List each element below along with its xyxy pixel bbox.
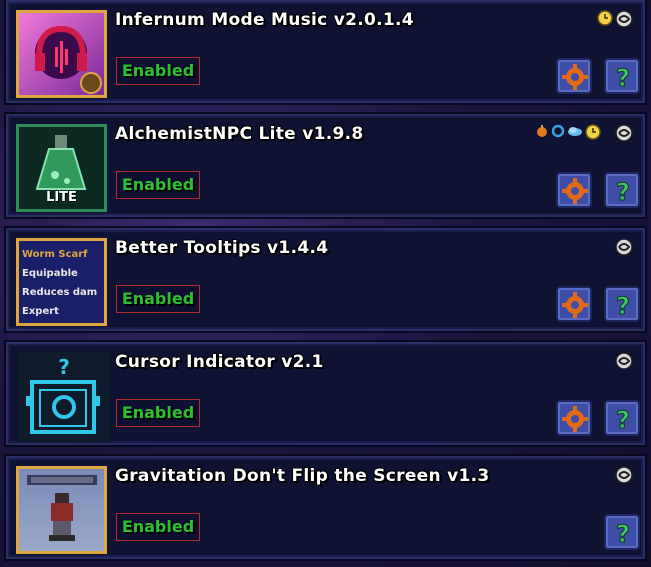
swirl-icon [615, 238, 633, 256]
headphones-icon [35, 25, 102, 94]
swirl-icon [615, 124, 633, 142]
mod-thumbnail: LITE [16, 124, 107, 212]
player-sprite-icon [27, 475, 97, 541]
thumb-label: LITE [46, 190, 77, 205]
mod-title: Gravitation Don't Flip the Screen v1.3 [115, 466, 490, 486]
config-button[interactable] [556, 58, 592, 94]
thumb-line: Equipable [22, 268, 78, 279]
thumb-line: Expert [22, 306, 59, 317]
config-button[interactable] [556, 172, 592, 208]
thumb-line: Reduces dam [22, 287, 98, 298]
question-mark-icon: ? [616, 64, 631, 92]
cursor-map-icon: ? [26, 355, 100, 434]
help-button[interactable]: ? [604, 172, 640, 208]
swirl-icon [615, 466, 633, 484]
gear-icon [562, 178, 588, 204]
svg-text:?: ? [58, 355, 70, 379]
mod-card-infernum: Infernum Mode Music v2.0.1.4 Enabled ? [6, 0, 645, 103]
question-mark-icon: ? [616, 520, 631, 548]
blue-ring-icon [551, 124, 565, 138]
svg-text:?: ? [616, 520, 630, 547]
gear-icon [562, 64, 588, 90]
enabled-toggle[interactable]: Enabled [116, 57, 200, 85]
gear-icon [562, 406, 588, 432]
mod-thumbnail [16, 466, 107, 554]
enabled-toggle[interactable]: Enabled [116, 399, 200, 427]
mod-card-alchemistnpc: LITE AlchemistNPC Lite v1.9.8 Enabled ? [6, 114, 645, 217]
question-mark-icon: ? [616, 292, 631, 320]
enabled-toggle[interactable]: Enabled [116, 171, 200, 199]
clock-icon [597, 10, 613, 26]
mod-thumbnail: Worm Scarf Equipable Reduces dam Expert [16, 238, 107, 326]
mod-card-cursor-indicator: ? Cursor Indicator v2.1 Enabled ? [6, 342, 645, 445]
cloud-icon [568, 127, 582, 136]
mod-card-better-tooltips: Worm Scarf Equipable Reduces dam Expert … [6, 228, 645, 331]
swirl-icon [615, 352, 633, 370]
help-button[interactable]: ? [604, 400, 640, 436]
mod-title: Infernum Mode Music v2.0.1.4 [115, 10, 414, 30]
svg-text:?: ? [616, 178, 630, 205]
svg-text:?: ? [616, 292, 630, 319]
enabled-toggle[interactable]: Enabled [116, 513, 200, 541]
help-button[interactable]: ? [604, 514, 640, 550]
svg-text:?: ? [616, 64, 630, 91]
config-button[interactable] [556, 286, 592, 322]
clock-icon [585, 124, 601, 140]
enabled-toggle[interactable]: Enabled [116, 285, 200, 313]
mod-thumbnail: ? [18, 352, 110, 442]
config-button[interactable] [556, 400, 592, 436]
help-button[interactable]: ? [604, 58, 640, 94]
mod-title: Cursor Indicator v2.1 [115, 352, 324, 372]
swirl-icon [615, 10, 633, 28]
mod-title: Better Tooltips v1.4.4 [115, 238, 329, 258]
mod-thumbnail [16, 10, 107, 98]
help-button[interactable]: ? [604, 286, 640, 322]
thumb-line-item-name: Worm Scarf [22, 249, 88, 260]
mod-title: AlchemistNPC Lite v1.9.8 [115, 124, 364, 144]
question-mark-icon: ? [616, 178, 631, 206]
mod-list: Infernum Mode Music v2.0.1.4 Enabled ? L… [0, 0, 651, 567]
gear-icon [562, 292, 588, 318]
question-mark-icon: ? [616, 406, 631, 434]
orange-bomb-icon [537, 125, 547, 137]
svg-text:?: ? [616, 406, 630, 433]
mod-card-gravitation: Gravitation Don't Flip the Screen v1.3 E… [6, 456, 645, 559]
